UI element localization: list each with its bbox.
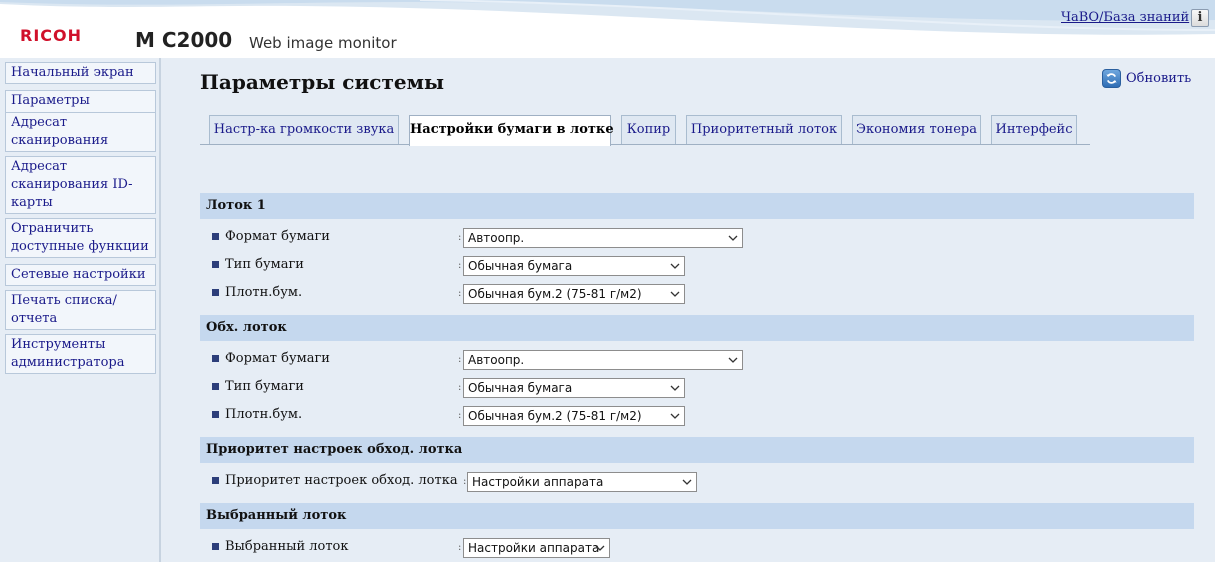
section-bypass-tray-header: Обх. лоток (200, 315, 1194, 341)
select-value: Настройки аппарата (472, 475, 604, 489)
section-selected-tray-header: Выбранный лоток (200, 503, 1194, 529)
row-label-text: Тип бумаги (225, 378, 304, 394)
refresh-button[interactable]: Обновить (1102, 68, 1191, 88)
sidebar-item-network-settings[interactable]: Сетевые настройки (5, 264, 156, 286)
selected-tray-label: Выбранный лоток (212, 537, 349, 555)
sidebar-item-id-card-scan-destination[interactable]: Адресат сканирования ID-карты (5, 156, 156, 214)
bullet-icon (212, 382, 219, 390)
bullet-icon (212, 288, 219, 296)
chevron-down-icon (670, 413, 680, 419)
page-title: Параметры системы (200, 70, 445, 94)
tray1-paper-type-select[interactable]: Обычная бумага (463, 256, 685, 276)
refresh-label: Обновить (1126, 70, 1192, 86)
row-label-text: Приоритет настроек обход. лотка (225, 472, 458, 488)
tab-toner-saving[interactable]: Экономия тонера (852, 115, 981, 144)
bypass-priority-select[interactable]: Настройки аппарата (467, 472, 697, 492)
refresh-icon (1102, 68, 1121, 88)
chevron-down-icon (682, 479, 692, 485)
select-value: Автоопр. (468, 231, 525, 245)
bullet-icon (212, 476, 219, 484)
bullet-icon (212, 354, 219, 362)
selected-tray-select[interactable]: Настройки аппарата (463, 538, 610, 558)
tab-priority-tray[interactable]: Приоритетный лоток (686, 115, 842, 144)
chevron-down-icon (670, 291, 680, 297)
tray1-paper-size-label: Формат бумаги (212, 227, 330, 245)
colon-separator: : (458, 354, 462, 365)
bullet-icon (212, 542, 219, 550)
sidebar: Начальный экран Параметры системы Адреса… (0, 58, 161, 562)
bypass-paper-type-label: Тип бумаги (212, 377, 304, 395)
row-label-text: Формат бумаги (225, 228, 330, 244)
bypass-paper-size-label: Формат бумаги (212, 349, 330, 367)
bullet-icon (212, 260, 219, 268)
row-label-text: Выбранный лоток (225, 538, 349, 554)
select-value: Обычная бум.2 (75-81 г/м2) (468, 287, 642, 301)
sidebar-item-scan-destination[interactable]: Адресат сканирования (5, 112, 156, 152)
chevron-down-icon (670, 385, 680, 391)
help-link[interactable]: ЧаВО/База знаний (1061, 10, 1189, 25)
colon-separator: : (458, 260, 462, 271)
select-value: Автоопр. (468, 353, 525, 367)
bullet-icon (212, 410, 219, 418)
colon-separator: : (463, 476, 467, 487)
sidebar-item-restrict-functions[interactable]: Ограничить доступные функции (5, 218, 156, 258)
main-content: Параметры системы Обновить Настр-ка гром… (161, 58, 1215, 562)
select-value: Обычная бум.2 (75-81 г/м2) (468, 409, 642, 423)
section-bypass-priority-header: Приоритет настроек обход. лотка (200, 437, 1194, 463)
chevron-down-icon (595, 545, 605, 551)
sidebar-item-home[interactable]: Начальный экран (5, 62, 156, 84)
select-value: Обычная бумага (468, 381, 573, 395)
bypass-paper-weight-select[interactable]: Обычная бум.2 (75-81 г/м2) (463, 406, 685, 426)
bypass-priority-label: Приоритет настроек обход. лотка (212, 471, 458, 489)
tab-sound-volume[interactable]: Настр-ка громкости звука (209, 115, 399, 144)
chevron-down-icon (728, 235, 738, 241)
tab-interface[interactable]: Интерфейс (991, 115, 1077, 144)
sidebar-item-print-list-report[interactable]: Печать списка/отчета (5, 290, 156, 330)
row-label-text: Плотн.бум. (225, 284, 303, 300)
tray1-paper-weight-select[interactable]: Обычная бум.2 (75-81 г/м2) (463, 284, 685, 304)
colon-separator: : (458, 288, 462, 299)
tray1-paper-type-label: Тип бумаги (212, 255, 304, 273)
bypass-paper-type-select[interactable]: Обычная бумага (463, 378, 685, 398)
colon-separator: : (458, 410, 462, 421)
tray1-paper-size-select[interactable]: Автоопр. (463, 228, 743, 248)
colon-separator: : (458, 542, 462, 553)
chevron-down-icon (728, 357, 738, 363)
colon-separator: : (458, 232, 462, 243)
row-label-text: Формат бумаги (225, 350, 330, 366)
info-icon[interactable]: i (1191, 9, 1209, 27)
tab-tray-paper-settings[interactable]: Настройки бумаги в лотке (409, 115, 614, 146)
chevron-down-icon (670, 263, 680, 269)
tray1-paper-weight-label: Плотн.бум. (212, 283, 302, 301)
tab-copier[interactable]: Копир (621, 115, 676, 144)
colon-separator: : (458, 382, 462, 393)
settings-tabs: Настр-ка громкости звука Настройки бумаг… (200, 115, 1090, 146)
header: RICOH M C2000 Web image monitor ЧаВО/Баз… (0, 0, 1215, 58)
device-model: M C2000 (135, 28, 233, 52)
row-label-text: Плотн.бум. (225, 406, 303, 422)
bullet-icon (212, 232, 219, 240)
section-tray1-header: Лоток 1 (200, 193, 1194, 219)
bypass-paper-weight-label: Плотн.бум. (212, 405, 302, 423)
ricoh-logo: RICOH (20, 26, 83, 45)
app-subtitle: Web image monitor (249, 34, 397, 52)
select-value: Обычная бумага (468, 259, 573, 273)
sidebar-item-admin-tools[interactable]: Инструменты администратора (5, 334, 156, 374)
bypass-paper-size-select[interactable]: Автоопр. (463, 350, 743, 370)
row-label-text: Тип бумаги (225, 256, 304, 272)
select-value: Настройки аппарата (468, 541, 600, 555)
